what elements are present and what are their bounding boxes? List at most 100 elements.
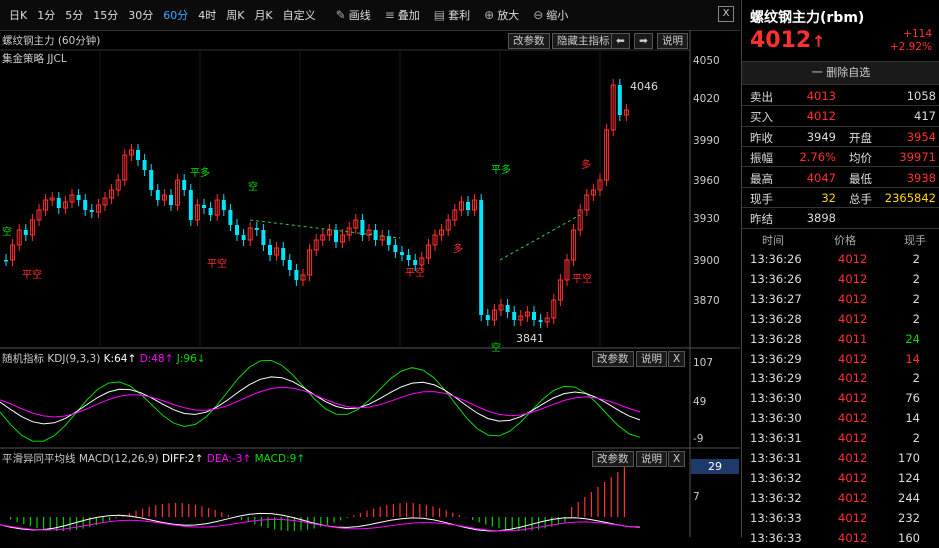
trade-volume: 232 [898, 510, 920, 525]
edit-params-button[interactable]: 改参数 [508, 33, 550, 49]
signal-short: 空 [248, 182, 258, 193]
period-tab-3[interactable]: 15分 [88, 7, 123, 23]
period-tab-2[interactable]: 5分 [60, 7, 88, 23]
period-tab-9[interactable]: 自定义 [278, 7, 321, 23]
candle-body [268, 245, 272, 255]
period-tab-5[interactable]: 60分 [158, 7, 193, 23]
quote-row: 昨收 3949 开盘 3954 [742, 127, 939, 147]
trade-row: 13:36:30 4012 76 [742, 388, 939, 408]
kdj-k: K:64↑ [103, 353, 137, 365]
candle-body [479, 200, 484, 315]
tool-button-2[interactable]: ▤ 套利 [427, 7, 477, 23]
trades-col-price: 价格 [834, 234, 856, 247]
scroll-left-button[interactable]: ⬅ [611, 33, 630, 49]
trade-time: 13:36:28 [750, 331, 802, 346]
period-tab-8[interactable]: 月K [249, 7, 277, 23]
period-tabs: 日K 1分 5分 15分 30分 60分 4时 周K 月K 自定义 [0, 7, 321, 23]
trade-price: 4012 [838, 271, 868, 286]
trade-time: 13:36:33 [750, 510, 802, 525]
kdj-y-tick: -9 [693, 433, 704, 445]
kdj-y-tick: 49 [693, 396, 707, 408]
trade-volume: 170 [898, 451, 920, 465]
kdj-close-button[interactable]: X [668, 351, 686, 367]
hide-indicator-button[interactable]: 隐藏主指标 [552, 33, 615, 49]
trade-row: 13:36:27 4012 2 [742, 289, 939, 309]
macd-params-button[interactable]: 改参数 [592, 451, 634, 467]
tool-label: 放大 [497, 9, 520, 22]
candle-body [136, 150, 140, 160]
period-tab-7[interactable]: 周K [221, 7, 249, 23]
candle-body [23, 230, 28, 235]
candle-body [406, 255, 411, 260]
y-tick: 3930 [693, 213, 720, 225]
macd-help-button[interactable]: 说明 [636, 451, 667, 467]
tool-button-1[interactable]: ≡ 叠加 [378, 7, 427, 23]
candle-body [89, 210, 94, 212]
tool-button-3[interactable]: ⊕ 放大 [477, 7, 526, 23]
zoom-in-icon: ⊕ [484, 8, 495, 22]
period-tab-0[interactable]: 日K [4, 7, 32, 23]
trade-volume: 124 [898, 470, 920, 485]
trade-time: 13:36:29 [750, 351, 802, 366]
candle-body [281, 248, 286, 260]
period-tab-6[interactable]: 4时 [193, 7, 221, 23]
tool-button-0[interactable]: ✎ 画线 [329, 7, 378, 23]
quote-value: 3954 [906, 129, 936, 144]
kdj-name: 随机指标 [2, 353, 44, 365]
signal-close-long: 平多 [491, 165, 511, 176]
trade-row: 13:36:32 4012 244 [742, 488, 939, 508]
quote-label: 总手 [849, 192, 872, 206]
kdj-d: D:48↑ [139, 353, 174, 365]
candle-body [228, 210, 233, 225]
tool-button-4[interactable]: ⊖ 缩小 [526, 7, 575, 23]
quote-value: 32 [821, 191, 836, 205]
macd-value: MACD:9↑ [254, 453, 306, 465]
last-price: 4012 [750, 28, 812, 53]
macd-bars [0, 467, 641, 532]
scroll-right-button[interactable]: ➡ [634, 33, 653, 49]
trade-volume: 14 [905, 351, 920, 366]
change-percent: +2.92% [889, 41, 932, 53]
signal-long: 多 [453, 244, 463, 255]
divider [742, 105, 939, 106]
candle-body [334, 230, 338, 242]
trade-time: 13:36:32 [750, 490, 802, 505]
help-button[interactable]: 说明 [657, 33, 688, 49]
trade-volume: 2 [912, 252, 920, 266]
candle-body [360, 220, 365, 235]
quote-row: 买入 4012 417 [742, 106, 939, 126]
candle-body [202, 205, 206, 208]
signal-long: 多 [581, 160, 591, 171]
signal-cover-short: 平空 [572, 274, 592, 285]
macd-close-button[interactable]: X [668, 451, 686, 467]
candle-body [294, 270, 299, 280]
quote-value: 2.76% [799, 150, 836, 165]
period-toolbar: 日K 1分 5分 15分 30分 60分 4时 周K 月K 自定义 ✎ 画线 ≡ 叠加 ▤ 套利 ⊕ 放大 ⊖ 缩小… [0, 0, 740, 31]
trade-price: 4012 [838, 510, 868, 525]
trade-row: 13:36:32 4012 124 [742, 468, 939, 488]
divider [742, 207, 939, 208]
trade-row: 13:36:31 4012 170 [742, 448, 939, 468]
quote-value: 39971 [899, 150, 936, 165]
candle-body [466, 202, 470, 210]
candle-body [208, 208, 213, 215]
candle-body [617, 85, 622, 115]
price-change: +114 +2.92% [890, 28, 932, 54]
kdj-params-button[interactable]: 改参数 [592, 351, 634, 367]
close-button[interactable]: X [718, 6, 734, 22]
kdj-help-button[interactable]: 说明 [636, 351, 667, 367]
remove-favorite-button[interactable]: 一 删除自选 [742, 61, 939, 85]
signal-cover-short: 平空 [22, 270, 42, 281]
quote-label: 昨收 [750, 130, 773, 145]
trade-time: 13:36:30 [750, 411, 802, 426]
kdj-header: 随机指标 KDJ(9,3,3) K:64↑ D:48↑ J:96↓ [2, 351, 206, 366]
trade-price: 4012 [838, 252, 868, 266]
period-tab-4[interactable]: 30分 [123, 7, 158, 23]
divider [742, 146, 939, 147]
tool-label: 套利 [448, 9, 471, 22]
trade-time: 13:36:26 [750, 271, 802, 286]
candle-body [386, 236, 391, 245]
period-tab-1[interactable]: 1分 [32, 7, 60, 23]
kdj-y-tick: 107 [693, 357, 714, 369]
signal-cover-short: 平空 [405, 268, 425, 279]
